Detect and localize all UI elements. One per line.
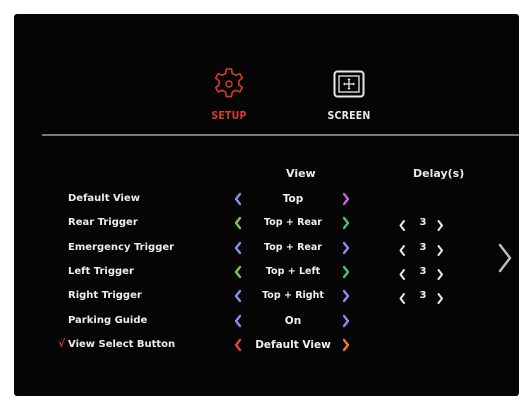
divider bbox=[42, 134, 519, 136]
setup-screen: SETUP SCREEN View Delay(s) Default View T… bbox=[14, 14, 519, 396]
delay-increase-icon[interactable] bbox=[436, 217, 445, 236]
delay-increase-icon[interactable] bbox=[436, 290, 445, 309]
settings-row[interactable]: √ View Select Button Default View bbox=[14, 336, 519, 356]
tab-setup[interactable]: SETUP bbox=[199, 64, 259, 122]
setting-value: Top + Left bbox=[265, 265, 321, 277]
delay-increase-icon[interactable] bbox=[436, 266, 445, 285]
delay-increase-icon[interactable] bbox=[436, 242, 445, 261]
delay-decrease-icon[interactable] bbox=[398, 290, 407, 309]
settings-row[interactable]: Right Trigger Top + Right 3 bbox=[14, 287, 519, 307]
setting-label: Left Trigger bbox=[68, 265, 134, 277]
chevron-left-icon[interactable] bbox=[233, 241, 243, 255]
chevron-right-icon[interactable] bbox=[341, 192, 351, 206]
delay-value: 3 bbox=[419, 265, 427, 277]
chevron-left-icon[interactable] bbox=[233, 192, 243, 206]
tab-setup-label: SETUP bbox=[211, 110, 247, 122]
settings-row[interactable]: Default View Top bbox=[14, 190, 519, 210]
tab-screen-label: SCREEN bbox=[327, 110, 371, 122]
column-header-view: View bbox=[286, 167, 316, 180]
setting-label: Default View bbox=[68, 193, 141, 204]
settings-row[interactable]: Left Trigger Top + Left 3 bbox=[14, 263, 519, 283]
column-header-delay: Delay(s) bbox=[413, 167, 465, 180]
setting-label: Rear Trigger bbox=[68, 217, 138, 229]
setting-value: Top + Right bbox=[262, 290, 324, 302]
chevron-right-icon[interactable] bbox=[341, 314, 351, 328]
chevron-left-icon[interactable] bbox=[233, 216, 243, 230]
delay-stepper[interactable]: 3 bbox=[398, 241, 458, 257]
delay-stepper[interactable]: 3 bbox=[398, 265, 458, 281]
settings-row[interactable]: Emergency Trigger Top + Rear 3 bbox=[14, 239, 519, 259]
chevron-right-icon[interactable] bbox=[341, 265, 351, 279]
delay-decrease-icon[interactable] bbox=[398, 266, 407, 285]
chevron-right-icon[interactable] bbox=[341, 338, 351, 352]
setting-value: Top + Rear bbox=[264, 217, 322, 229]
next-page-arrow-icon[interactable] bbox=[497, 242, 513, 274]
setting-value: Top bbox=[282, 193, 304, 205]
chevron-left-icon[interactable] bbox=[233, 289, 243, 303]
setting-value: Top + Rear bbox=[264, 241, 322, 253]
setting-label: Right Trigger bbox=[68, 290, 142, 302]
setting-value: On bbox=[284, 314, 302, 327]
gear-icon bbox=[199, 64, 259, 104]
chevron-left-icon[interactable] bbox=[233, 265, 243, 279]
delay-decrease-icon[interactable] bbox=[398, 217, 407, 236]
delay-stepper[interactable]: 3 bbox=[398, 216, 458, 232]
tab-screen[interactable]: SCREEN bbox=[319, 64, 379, 122]
chevron-right-icon[interactable] bbox=[341, 216, 351, 230]
setting-value: Default View bbox=[255, 338, 331, 351]
setting-label: Parking Guide bbox=[68, 314, 148, 326]
chevron-left-icon[interactable] bbox=[233, 338, 243, 352]
delay-stepper[interactable]: 3 bbox=[398, 289, 458, 305]
delay-value: 3 bbox=[419, 241, 427, 253]
chevron-left-icon[interactable] bbox=[233, 314, 243, 328]
setting-label: Emergency Trigger bbox=[68, 241, 175, 253]
delay-value: 3 bbox=[419, 217, 427, 229]
settings-row[interactable]: Rear Trigger Top + Rear 3 bbox=[14, 214, 519, 234]
settings-row[interactable]: Parking Guide On bbox=[14, 312, 519, 332]
delay-value: 3 bbox=[419, 290, 427, 302]
screen-move-icon bbox=[319, 64, 379, 104]
check-icon: √ bbox=[58, 336, 66, 350]
setting-label: View Select Button bbox=[68, 338, 176, 350]
chevron-right-icon[interactable] bbox=[341, 289, 351, 303]
delay-decrease-icon[interactable] bbox=[398, 242, 407, 261]
chevron-right-icon[interactable] bbox=[341, 241, 351, 255]
